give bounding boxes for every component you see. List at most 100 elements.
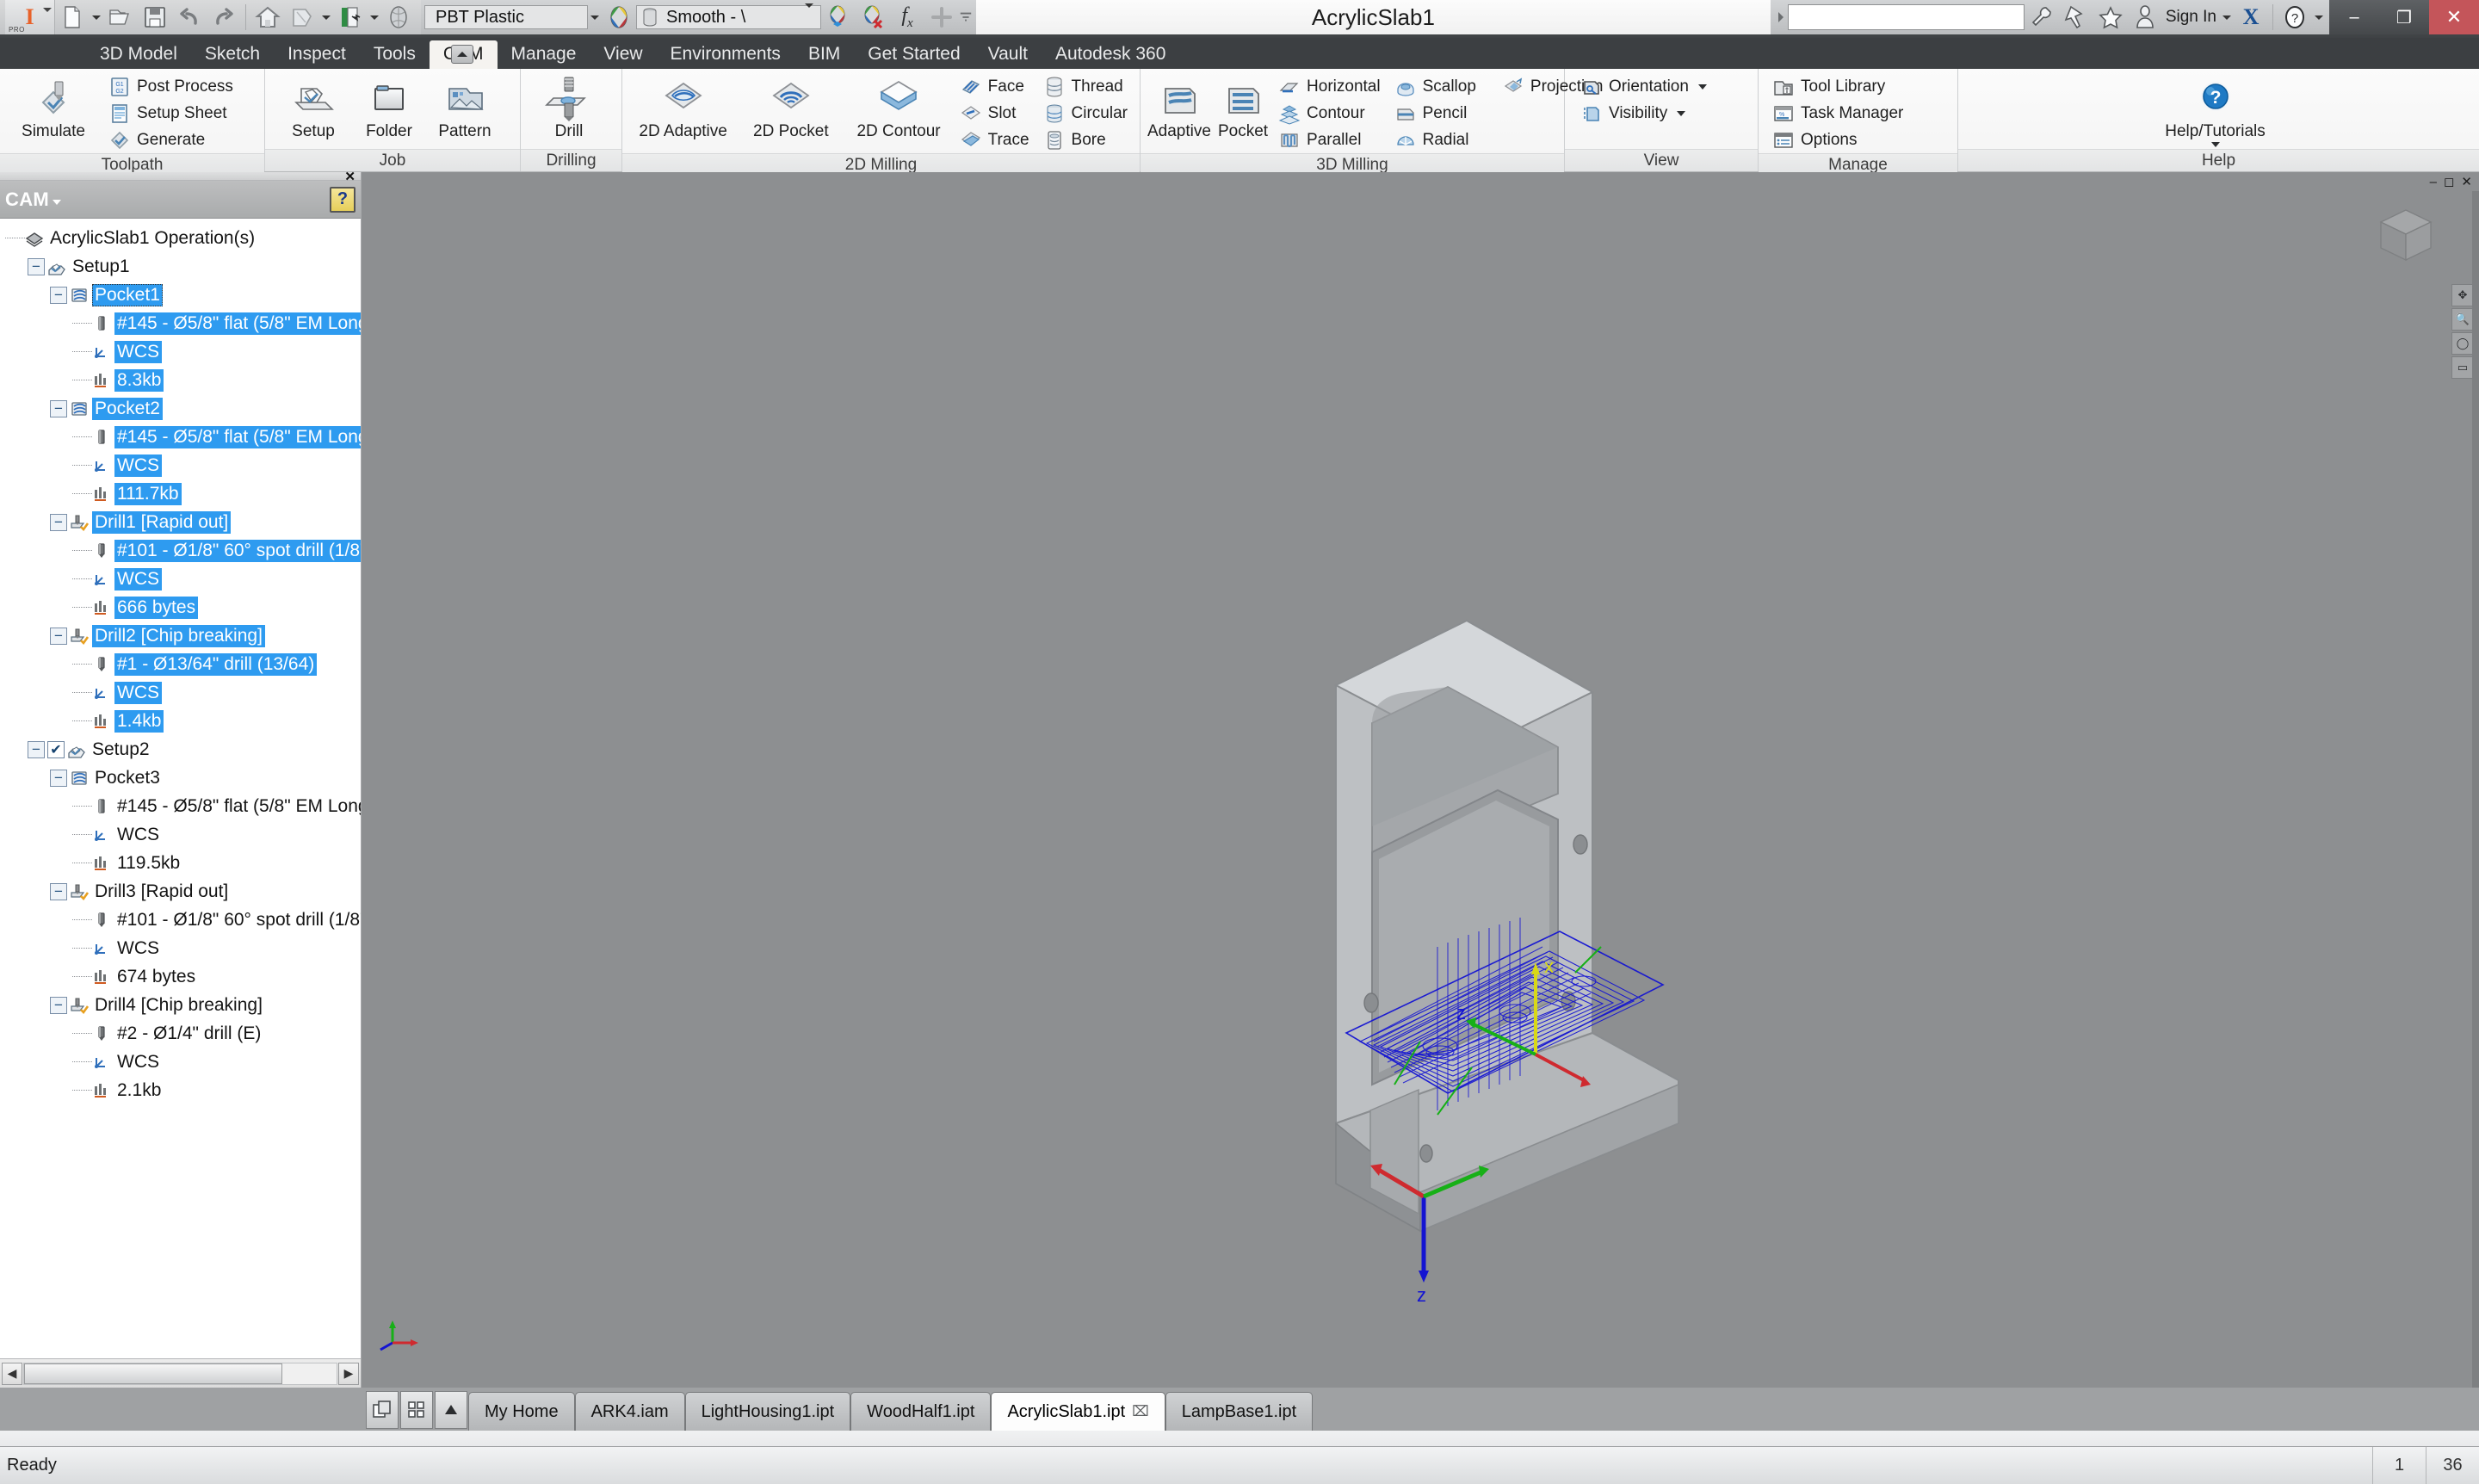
tree-row[interactable]: #1 - Ø13/64" drill (13/64)	[0, 650, 361, 678]
2d-adaptive-button[interactable]: 2D Adaptive	[631, 73, 735, 142]
tree-row[interactable]: − Drill4 [Chip breaking]	[0, 991, 361, 1019]
document-tab[interactable]: LampBase1.ipt	[1165, 1392, 1314, 1431]
close-icon[interactable]: ✕	[344, 169, 355, 184]
tree-row[interactable]: 674 bytes	[0, 962, 361, 991]
chevron-down-icon[interactable]	[53, 199, 62, 205]
2d-contour-button[interactable]: 2D Contour	[846, 73, 950, 142]
grid-windows-icon[interactable]	[400, 1391, 433, 1429]
collapse-expander-icon[interactable]: −	[50, 513, 67, 531]
visibility-button[interactable]: Visibility	[1575, 101, 1712, 127]
appearance-icon[interactable]	[602, 0, 636, 34]
new-file-dropdown-icon[interactable]	[90, 0, 103, 34]
collapse-ribbon-button[interactable]	[451, 45, 473, 64]
chevron-down-icon[interactable]	[1677, 111, 1686, 116]
tree-row[interactable]: − ✔ Setup2	[0, 735, 361, 764]
radial-button[interactable]: Radial	[1389, 127, 1481, 153]
tree-row[interactable]: WCS	[0, 678, 361, 707]
add-icon[interactable]	[924, 0, 959, 34]
expand-toolbar-icon[interactable]	[1774, 0, 1788, 34]
document-tab[interactable]: WoodHalf1.ipt	[850, 1392, 992, 1431]
update-icon[interactable]	[333, 0, 368, 34]
scallop-button[interactable]: Scallop	[1389, 74, 1481, 100]
return-icon[interactable]	[285, 0, 319, 34]
tab-3d-model[interactable]: 3D Model	[86, 40, 191, 69]
tab-autodesk-360[interactable]: Autodesk 360	[1042, 40, 1179, 69]
browser-horizontal-scrollbar[interactable]: ◀ ▶	[0, 1358, 361, 1388]
save-icon[interactable]	[138, 0, 172, 34]
collapse-expander-icon[interactable]: −	[50, 996, 67, 1014]
tree-row[interactable]: #145 - Ø5/8" flat (5/8" EM Long	[0, 423, 361, 451]
cad-model-graphics[interactable]: x z z	[362, 172, 2479, 1388]
home-icon[interactable]	[250, 0, 285, 34]
sign-in-link[interactable]: Sign In	[2162, 8, 2220, 27]
pencil-button[interactable]: Pencil	[1389, 101, 1481, 127]
orientation-button[interactable]: Orientation	[1575, 74, 1712, 100]
collapse-expander-icon[interactable]: −	[50, 286, 67, 304]
tree-row[interactable]: − Drill2 [Chip breaking]	[0, 621, 361, 650]
undo-icon[interactable]	[172, 0, 207, 34]
tree-row[interactable]: WCS	[0, 451, 361, 479]
contour-button[interactable]: Contour	[1273, 101, 1386, 127]
3d-pocket-button[interactable]: Pocket	[1216, 73, 1270, 142]
help-note-icon[interactable]: ?	[330, 186, 355, 213]
minimize-button[interactable]: –	[2329, 0, 2379, 34]
tab-inspect[interactable]: Inspect	[274, 40, 360, 69]
fx-icon[interactable]: fx	[890, 0, 924, 34]
material-select[interactable]: PBT Plastic	[424, 5, 588, 29]
tree-row[interactable]: 666 bytes	[0, 593, 361, 621]
close-icon[interactable]: ⌧	[1132, 1403, 1149, 1420]
scroll-left-button[interactable]: ◀	[2, 1362, 22, 1385]
restore-button[interactable]: ❐	[2379, 0, 2429, 34]
document-tab[interactable]: AcrylicSlab1.ipt ⌧	[991, 1392, 1165, 1431]
adjust-icon[interactable]	[821, 0, 856, 34]
task-manager-button[interactable]: % Task Manager	[1767, 101, 1908, 127]
thread-button[interactable]: Thread	[1038, 74, 1133, 100]
tree-row[interactable]: WCS	[0, 934, 361, 962]
tree-row[interactable]: AcrylicSlab1 Operation(s)	[0, 224, 361, 252]
open-folder-icon[interactable]	[103, 0, 138, 34]
3d-adaptive-button[interactable]: Adaptive	[1146, 73, 1213, 142]
quick-access-overflow-icon[interactable]	[959, 0, 973, 34]
exchange-icon[interactable]: X	[2234, 0, 2268, 34]
tab-view[interactable]: View	[590, 40, 656, 69]
clear-icon[interactable]	[856, 0, 890, 34]
tree-row[interactable]: 111.7kb	[0, 479, 361, 508]
update-dropdown-icon[interactable]	[368, 0, 381, 34]
appearance-select[interactable]: Smooth - \	[636, 3, 821, 29]
scroll-up-icon[interactable]	[435, 1391, 467, 1429]
search-input[interactable]	[1787, 4, 2025, 30]
tab-bim[interactable]: BIM	[794, 40, 854, 69]
tab-sketch[interactable]: Sketch	[191, 40, 274, 69]
parallel-button[interactable]: Parallel	[1273, 127, 1386, 153]
graphics-viewport[interactable]: – ◻ ✕ ✥ 🔍 ◯ ▭ x z z	[362, 172, 2479, 1388]
sign-in-dropdown-icon[interactable]	[2220, 0, 2234, 34]
help-icon[interactable]: ?	[2278, 0, 2312, 34]
tree-row[interactable]: − Pocket3	[0, 764, 361, 792]
tab-manage[interactable]: Manage	[498, 40, 590, 69]
horizontal-button[interactable]: Horizontal	[1273, 74, 1386, 100]
drill-button[interactable]: Drill	[533, 73, 605, 142]
face-button[interactable]: Face	[955, 74, 1035, 100]
browser-drag-rail[interactable]: ✕	[0, 169, 361, 184]
folder-button[interactable]: Folder	[353, 73, 425, 142]
bore-button[interactable]: Bore	[1038, 127, 1133, 153]
tree-row[interactable]: #145 - Ø5/8" flat (5/8" EM Long	[0, 309, 361, 337]
setup-sheet-button[interactable]: Setup Sheet	[103, 101, 238, 127]
tree-row[interactable]: WCS	[0, 820, 361, 849]
tree-row[interactable]: WCS	[0, 337, 361, 366]
chevron-down-icon[interactable]	[43, 8, 52, 28]
pin-icon[interactable]	[2059, 0, 2093, 34]
help-tutorials-button[interactable]: ? Help/Tutorials	[2162, 73, 2269, 149]
collapse-expander-icon[interactable]: −	[28, 257, 45, 275]
tree-row[interactable]: − Drill3 [Rapid out]	[0, 877, 361, 906]
scroll-track[interactable]	[23, 1362, 337, 1385]
tree-row[interactable]: − Drill1 [Rapid out]	[0, 508, 361, 536]
circular-button[interactable]: Circular	[1038, 101, 1133, 127]
close-button[interactable]: ✕	[2429, 0, 2479, 34]
tool-library-button[interactable]: Tool Library	[1767, 74, 1908, 100]
tree-row[interactable]: #101 - Ø1/8" 60° spot drill (1/8"	[0, 536, 361, 565]
tree-row[interactable]: #2 - Ø1/4" drill (E)	[0, 1019, 361, 1048]
tree-row[interactable]: WCS	[0, 565, 361, 593]
scroll-thumb[interactable]	[24, 1363, 282, 1384]
collapse-expander-icon[interactable]: −	[50, 399, 67, 417]
